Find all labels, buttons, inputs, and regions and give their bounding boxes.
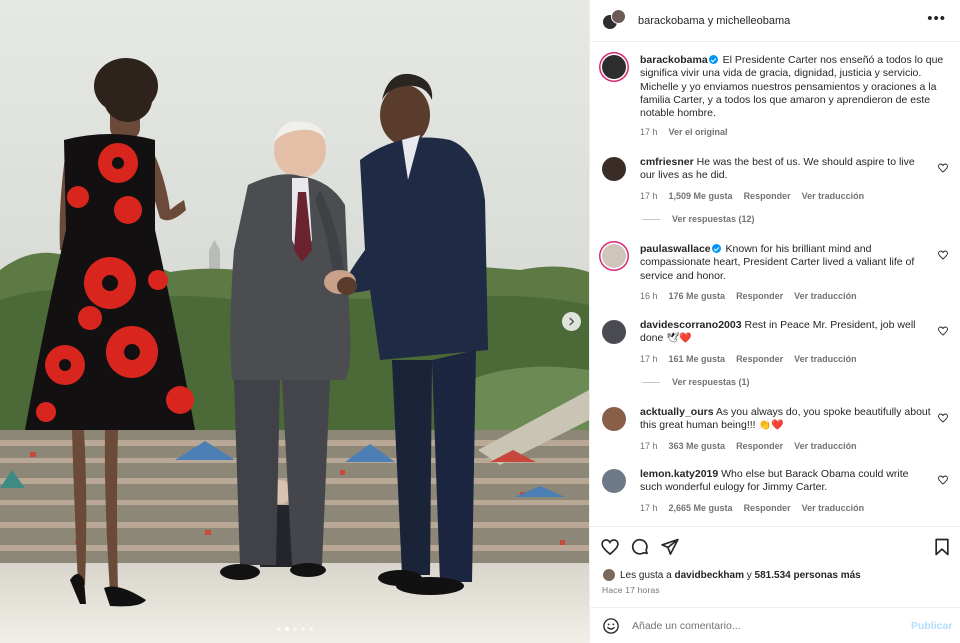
comment-item: davidescorrano2003 Rest in Peace Mr. Pre… (602, 319, 954, 366)
heart-icon[interactable] (937, 325, 949, 337)
carousel-dot (292, 627, 297, 631)
translate-button[interactable]: Ver traducción (794, 440, 857, 453)
avatar (602, 568, 616, 582)
likes-user[interactable]: davidbeckham (675, 570, 744, 581)
comment-age: 16 h (640, 290, 658, 301)
view-replies-label: Ver respuestas (1) (672, 377, 750, 387)
avatar (611, 8, 626, 24)
view-replies-button[interactable]: Ver respuestas (12) (642, 214, 755, 224)
avatar[interactable] (602, 407, 626, 431)
caption-username[interactable]: barackobama (640, 54, 708, 66)
post-side-panel: barackobama y michelleobama ••• barackob… (589, 0, 960, 643)
instagram-post: barackobama y michelleobama ••• barackob… (0, 0, 960, 643)
translate-button[interactable]: Ver traducción (794, 353, 857, 366)
avatar[interactable] (602, 244, 626, 268)
divider (642, 218, 660, 220)
comment-likes[interactable]: 363 Me gusta (669, 440, 726, 453)
avatar[interactable] (602, 55, 626, 79)
avatar[interactable] (602, 157, 626, 181)
comment-username[interactable]: lemon.katy2019 (640, 468, 718, 480)
post-authors[interactable]: barackobama y michelleobama (638, 15, 790, 27)
carousel-dot-active (284, 627, 289, 631)
comment-item: cmfriesner He was the best of us. We sho… (602, 156, 954, 203)
carousel-dot (308, 627, 313, 631)
post-actions: Les gusta a davidbeckham y 581.534 perso… (590, 526, 960, 608)
see-original-link[interactable]: Ver el original (669, 126, 728, 139)
view-replies-label: Ver respuestas (12) (672, 214, 755, 224)
more-icon: ••• (927, 10, 946, 27)
carousel-dots (0, 627, 589, 631)
carousel-dot (276, 627, 281, 631)
photo-scene (0, 0, 589, 643)
reply-button[interactable]: Responder (736, 353, 783, 366)
comment-likes[interactable]: 1,509 Me gusta (669, 190, 733, 203)
caption-age: 17 h (640, 127, 658, 138)
comment-likes[interactable]: 2,665 Me gusta (669, 502, 733, 515)
reply-button[interactable]: Responder (736, 440, 783, 453)
comment-likes[interactable]: 176 Me gusta (669, 290, 726, 303)
comment-age: 17 h (640, 502, 658, 513)
more-options-button[interactable]: ••• (927, 10, 946, 27)
comment-likes[interactable]: 161 Me gusta (669, 353, 726, 366)
verified-icon (708, 55, 718, 64)
comment-age: 17 h (640, 353, 658, 364)
comment-age: 17 h (640, 190, 658, 201)
comment-emoji: 👏❤️ (758, 420, 784, 432)
divider (642, 381, 660, 383)
avatar[interactable] (602, 469, 626, 493)
post-timestamp: Hace 17 horas (602, 585, 660, 595)
translate-button[interactable]: Ver traducción (802, 502, 865, 515)
comment-username[interactable]: paulaswallace (640, 243, 711, 255)
heart-icon[interactable] (600, 537, 620, 557)
likes-prefix: Les gusta a (620, 569, 672, 581)
reply-button[interactable]: Responder (744, 190, 791, 203)
comment-username[interactable]: cmfriesner (640, 156, 694, 168)
comment-emoji: 🕊❤️ (666, 333, 692, 345)
caption: barackobama El Presidente Carter nos ens… (602, 54, 954, 140)
add-comment-bar: Publicar (590, 607, 960, 643)
comment-item: lemon.katy2019 Who else but Barack Obama… (602, 468, 954, 515)
post-photo[interactable] (0, 0, 589, 643)
comments-list: barackobama El Presidente Carter nos ens… (590, 42, 960, 526)
verified-icon (711, 244, 721, 253)
comment-age: 17 h (640, 440, 658, 451)
heart-icon[interactable] (937, 162, 949, 174)
likes-others[interactable]: 581.534 personas más (755, 570, 861, 581)
carousel-dot (300, 627, 305, 631)
send-icon[interactable] (660, 537, 680, 557)
translate-button[interactable]: Ver traducción (802, 190, 865, 203)
heart-icon[interactable] (937, 249, 949, 261)
comment-item: paulaswallace Known for his brilliant mi… (602, 243, 954, 303)
view-replies-button[interactable]: Ver respuestas (1) (642, 377, 750, 387)
comment-username[interactable]: davidescorrano2003 (640, 319, 742, 331)
bookmark-icon[interactable] (932, 537, 952, 557)
likes-joiner: y (746, 569, 752, 581)
comment-icon[interactable] (630, 537, 650, 557)
heart-icon[interactable] (937, 412, 949, 424)
comment-item: acktually_ours As you always do, you spo… (602, 406, 954, 453)
next-photo-button[interactable] (562, 312, 581, 331)
avatar[interactable] (602, 320, 626, 344)
chevron-right-icon (569, 317, 575, 326)
emoji-icon[interactable] (602, 617, 620, 635)
publish-button[interactable]: Publicar (911, 620, 960, 632)
reply-button[interactable]: Responder (736, 290, 783, 303)
post-header: barackobama y michelleobama ••• (590, 0, 960, 42)
heart-icon[interactable] (937, 474, 949, 486)
comment-input[interactable] (632, 619, 911, 632)
comment-username[interactable]: acktually_ours (640, 406, 714, 418)
likes-summary[interactable]: Les gusta a davidbeckham y 581.534 perso… (602, 568, 861, 582)
collab-avatars[interactable] (602, 8, 626, 32)
translate-button[interactable]: Ver traducción (794, 290, 857, 303)
reply-button[interactable]: Responder (744, 502, 791, 515)
